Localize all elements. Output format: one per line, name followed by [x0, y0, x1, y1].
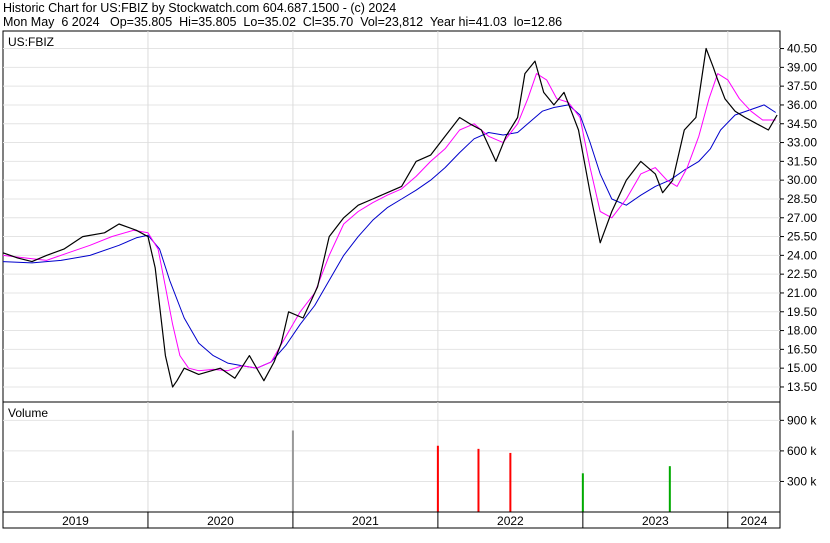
price-tick-label: 30.00 [787, 173, 817, 187]
price-tick-label: 18.00 [787, 324, 817, 338]
price-tick-label: 34.50 [787, 117, 817, 131]
price-tick-label: 36.00 [787, 98, 817, 112]
price-tick-label: 25.50 [787, 230, 817, 244]
year-label: 2021 [352, 514, 379, 528]
price-tick-label: 31.50 [787, 154, 817, 168]
price-panel [2, 30, 781, 403]
price-tick-label: 33.00 [787, 136, 817, 150]
volume-label: Volume [8, 406, 48, 420]
volume-tick-label: 600 k [787, 444, 817, 458]
price-axis: 40.50 39.00 37.50 36.00 34.50 33.00 31.50 30.00… [780, 42, 817, 394]
price-tick-label: 37.50 [787, 79, 817, 93]
price-tick-label: 24.00 [787, 248, 817, 262]
symbol-label: US:FBIZ [8, 35, 54, 49]
price-tick-label: 21.00 [787, 286, 817, 300]
year-label: 2019 [62, 514, 89, 528]
price-tick-label: 27.00 [787, 211, 817, 225]
price-tick-label: 40.50 [787, 42, 817, 56]
price-tick-label: 13.50 [787, 380, 817, 394]
price-tick-label: 22.50 [787, 267, 817, 281]
price-tick-label: 15.00 [787, 361, 817, 375]
year-label: 2024 [741, 514, 768, 528]
volume-panel [2, 401, 781, 513]
price-tick-label: 39.00 [787, 60, 817, 74]
year-label: 2023 [642, 514, 669, 528]
volume-tick-label: 300 k [787, 474, 817, 488]
year-label: 2022 [497, 514, 524, 528]
price-tick-label: 16.50 [787, 342, 817, 356]
price-tick-label: 28.50 [787, 192, 817, 206]
price-tick-label: 19.50 [787, 305, 817, 319]
year-label: 2020 [207, 514, 234, 528]
volume-tick-label: 900 k [787, 413, 817, 427]
stock-chart: 40.50 39.00 37.50 36.00 34.50 33.00 31.50 30.00… [2, 30, 817, 529]
volume-axis: 900 k 600 k 300 k [780, 413, 817, 488]
